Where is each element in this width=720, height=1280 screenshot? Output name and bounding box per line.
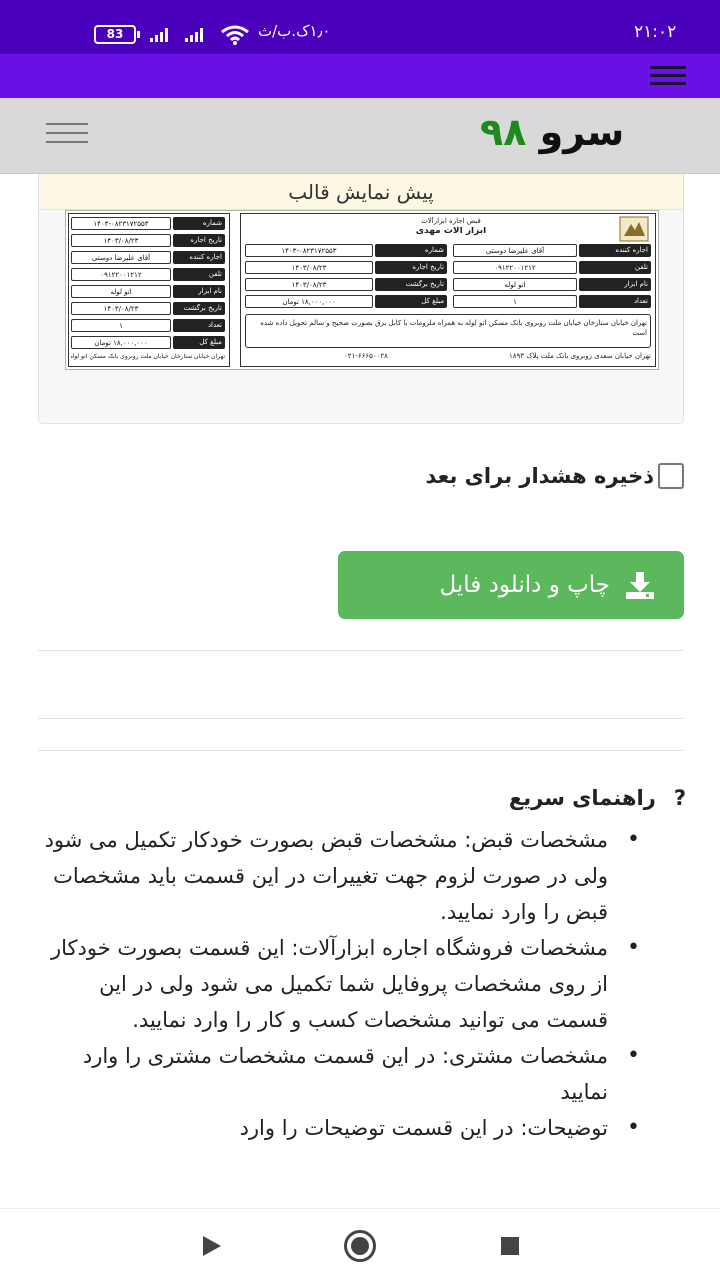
receipt-label: نام ابزار	[579, 278, 651, 291]
preview-title: پیش نمایش قالب	[39, 174, 683, 210]
receipt-stub: شماره ۱۴۰۳-۰۸۲۳۱۷۲۵۵۳ تاریخ اجاره ۱۴۰۳/۰…	[68, 213, 230, 367]
receipt-address: تهران خیابان سعدی روبروی بانک ملت پلاک ۱…	[509, 352, 651, 360]
receipt-value: اتو لوله	[453, 278, 577, 291]
receipt-value: ۱۴۰۳/۰۸/۲۳	[245, 278, 373, 291]
guide-item: توضیحات: در این قسمت توضیحات را وارد	[40, 1110, 640, 1146]
stub-label: تلفن	[173, 268, 225, 281]
stub-value: آقای علیرضا دوستی	[71, 251, 171, 264]
logo-text: سرو	[539, 110, 625, 154]
receipt-label: تعداد	[579, 295, 651, 308]
stub-value: ۱۴۰۳/۰۸/۲۳	[71, 234, 171, 247]
status-time: ۲۱:۰۲	[634, 22, 677, 42]
guide-item: مشخصات قبض: مشخصات قبض بصورت خودکار تکمی…	[40, 822, 640, 930]
template-preview-card: پیش نمایش قالب شماره ۱۴۰۳-۰۸۲۳۱۷۲۵۵۳ تار…	[38, 174, 684, 424]
home-icon[interactable]	[344, 1230, 376, 1262]
quick-guide-list: مشخصات قبض: مشخصات قبض بصورت خودکار تکمی…	[40, 822, 640, 1146]
receipt-shop-name: ابزار آلات مهدی	[415, 227, 487, 236]
stub-label: نام ابزار	[173, 285, 225, 298]
receipt-label: تاریخ اجاره	[375, 261, 447, 274]
stub-label: تعداد	[173, 319, 225, 332]
stub-value: ۱۸,۰۰۰,۰۰۰ تومان	[71, 336, 171, 349]
quick-guide-title: ? راهنمای سریع	[300, 780, 686, 816]
divider	[38, 718, 684, 719]
receipt-label: اجاره کننده	[579, 244, 651, 257]
system-nav-bar	[0, 1208, 720, 1280]
print-download-button[interactable]: چاپ و دانلود فایل	[338, 551, 684, 619]
stub-label: اجاره کننده	[173, 251, 225, 264]
quick-guide-heading: راهنمای سریع	[508, 786, 656, 810]
receipt-value: ۱۴۰۳/۰۸/۲۳	[245, 261, 373, 274]
site-logo[interactable]: سرو ۹۸	[480, 110, 624, 154]
recent-apps-icon[interactable]	[501, 1237, 519, 1255]
shop-logo-icon	[619, 216, 649, 242]
stub-value: ۰۹۱۲۲۰۰۱۲۱۲	[71, 268, 171, 281]
logo-number: ۹۸	[480, 110, 527, 154]
stub-label: تاریخ اجاره	[173, 234, 225, 247]
divider	[38, 650, 684, 651]
site-header: سرو ۹۸	[0, 98, 720, 174]
stub-footer: تهران خیابان ستارخان خیابان ملت روبروی ب…	[71, 353, 225, 360]
stub-value: اتو لوله	[71, 285, 171, 298]
download-icon	[626, 572, 654, 599]
receipt-value: آقای علیرضا دوستی	[453, 244, 577, 257]
stub-value: ۱۴۰۳/۰۸/۲۳	[71, 302, 171, 315]
receipt-value: ۰۹۱۲۲۰۰۱۲۱۲	[453, 261, 577, 274]
menu-icon[interactable]	[650, 66, 686, 88]
receipt-value: ۱۴۰۳-۰۸۲۳۱۷۲۵۵۳	[245, 244, 373, 257]
question-icon: ?	[673, 786, 686, 810]
receipt-value: ۱	[453, 295, 577, 308]
stub-label: شماره	[173, 217, 225, 230]
stub-value: ۱	[71, 319, 171, 332]
save-warning-checkbox[interactable]	[658, 463, 684, 489]
receipt-description: تهران خیابان ستارخان خیابان ملت روبروی ب…	[260, 319, 647, 337]
receipt-label: تاریخ برگشت	[375, 278, 447, 291]
receipt-description-box: تهران خیابان ستارخان خیابان ملت روبروی ب…	[245, 314, 651, 348]
stub-label: تاریخ برگشت	[173, 302, 225, 315]
signal-icon-2	[150, 26, 168, 42]
guide-item: مشخصات فروشگاه اجاره ابزارآلات: این قسمت…	[40, 930, 640, 1038]
receipt-label: تلفن	[579, 261, 651, 274]
receipt-value: ۱۸,۰۰۰,۰۰۰ تومان	[245, 295, 373, 308]
status-bar: ۲۱:۰۲ ۱٫۰ک.ب/ث 83	[0, 0, 720, 54]
receipt-preview[interactable]: شماره ۱۴۰۳-۰۸۲۳۱۷۲۵۵۳ تاریخ اجاره ۱۴۰۳/۰…	[65, 210, 659, 370]
receipt-heading: قبض اجاره ابزارآلات	[421, 217, 481, 225]
wifi-icon	[221, 25, 249, 45]
stub-label: مبلغ کل	[173, 336, 225, 349]
back-icon[interactable]	[203, 1236, 221, 1256]
signal-icon	[185, 26, 203, 42]
receipt-main: قبض اجاره ابزارآلات ابزار آلات مهدی اجار…	[240, 213, 656, 367]
guide-item: مشخصات مشتری: در این قسمت مشخصات مشتری ر…	[40, 1038, 640, 1110]
network-speed: ۱٫۰ک.ب/ث	[258, 22, 331, 40]
top-app-bar	[0, 54, 720, 98]
divider	[38, 750, 684, 751]
receipt-phone: ۰۲۱-۶۶۶۵۰۰۲۸	[344, 352, 388, 360]
save-warning-checkbox-row[interactable]: ذخیره هشدار برای بعد	[300, 458, 684, 494]
download-button-label: چاپ و دانلود فایل	[439, 572, 610, 598]
save-warning-label: ذخیره هشدار برای بعد	[425, 464, 655, 488]
battery-icon: 83	[94, 25, 140, 44]
receipt-label: شماره	[375, 244, 447, 257]
stub-value: ۱۴۰۳-۰۸۲۳۱۷۲۵۵۳	[71, 217, 171, 230]
nav-menu-icon[interactable]	[46, 123, 88, 147]
receipt-label: مبلغ کل	[375, 295, 447, 308]
